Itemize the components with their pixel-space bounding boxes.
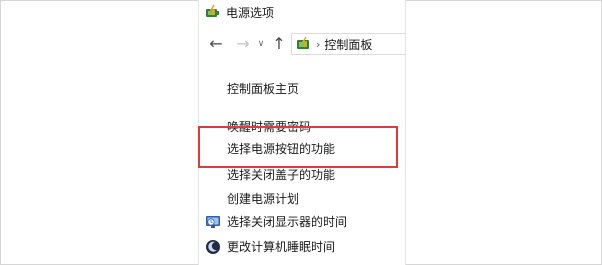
forward-arrow-icon[interactable]: → [233,33,253,55]
control-panel-icon [296,36,312,52]
sidebar-link-control-panel-home[interactable]: 控制面板主页 [227,80,299,97]
highlight-annotation-box [198,126,398,168]
address-bar[interactable]: › 控制面板 [291,33,405,55]
display-timer-icon [205,214,221,230]
window-title: 电源选项 [226,5,275,20]
sidebar-link-label: 选择关闭显示器的时间 [227,215,348,229]
breadcrumb-control-panel[interactable]: 控制面板 [324,36,372,53]
up-arrow-icon[interactable]: ↑ [271,33,287,55]
sidebar-link-lid-close[interactable]: 选择关闭盖子的功能 [227,166,335,183]
navigation-bar: ← → ∨ ↑ › 控制面板 [207,33,405,55]
title-bar: 电源选项 [205,3,274,21]
recent-locations-chevron-icon[interactable]: ∨ [255,33,267,55]
sidebar-link-sleep-time[interactable]: 更改计算机睡眠时间 [205,238,335,255]
address-separator: › [316,37,321,51]
sidebar-link-display-off-time[interactable]: 选择关闭显示器的时间 [205,213,347,230]
sidebar-link-label: 更改计算机睡眠时间 [227,240,336,254]
back-arrow-icon[interactable]: ← [207,33,225,55]
power-options-icon [205,4,221,20]
sidebar-link-create-plan[interactable]: 创建电源计划 [227,190,299,207]
moon-sleep-icon [205,239,221,255]
